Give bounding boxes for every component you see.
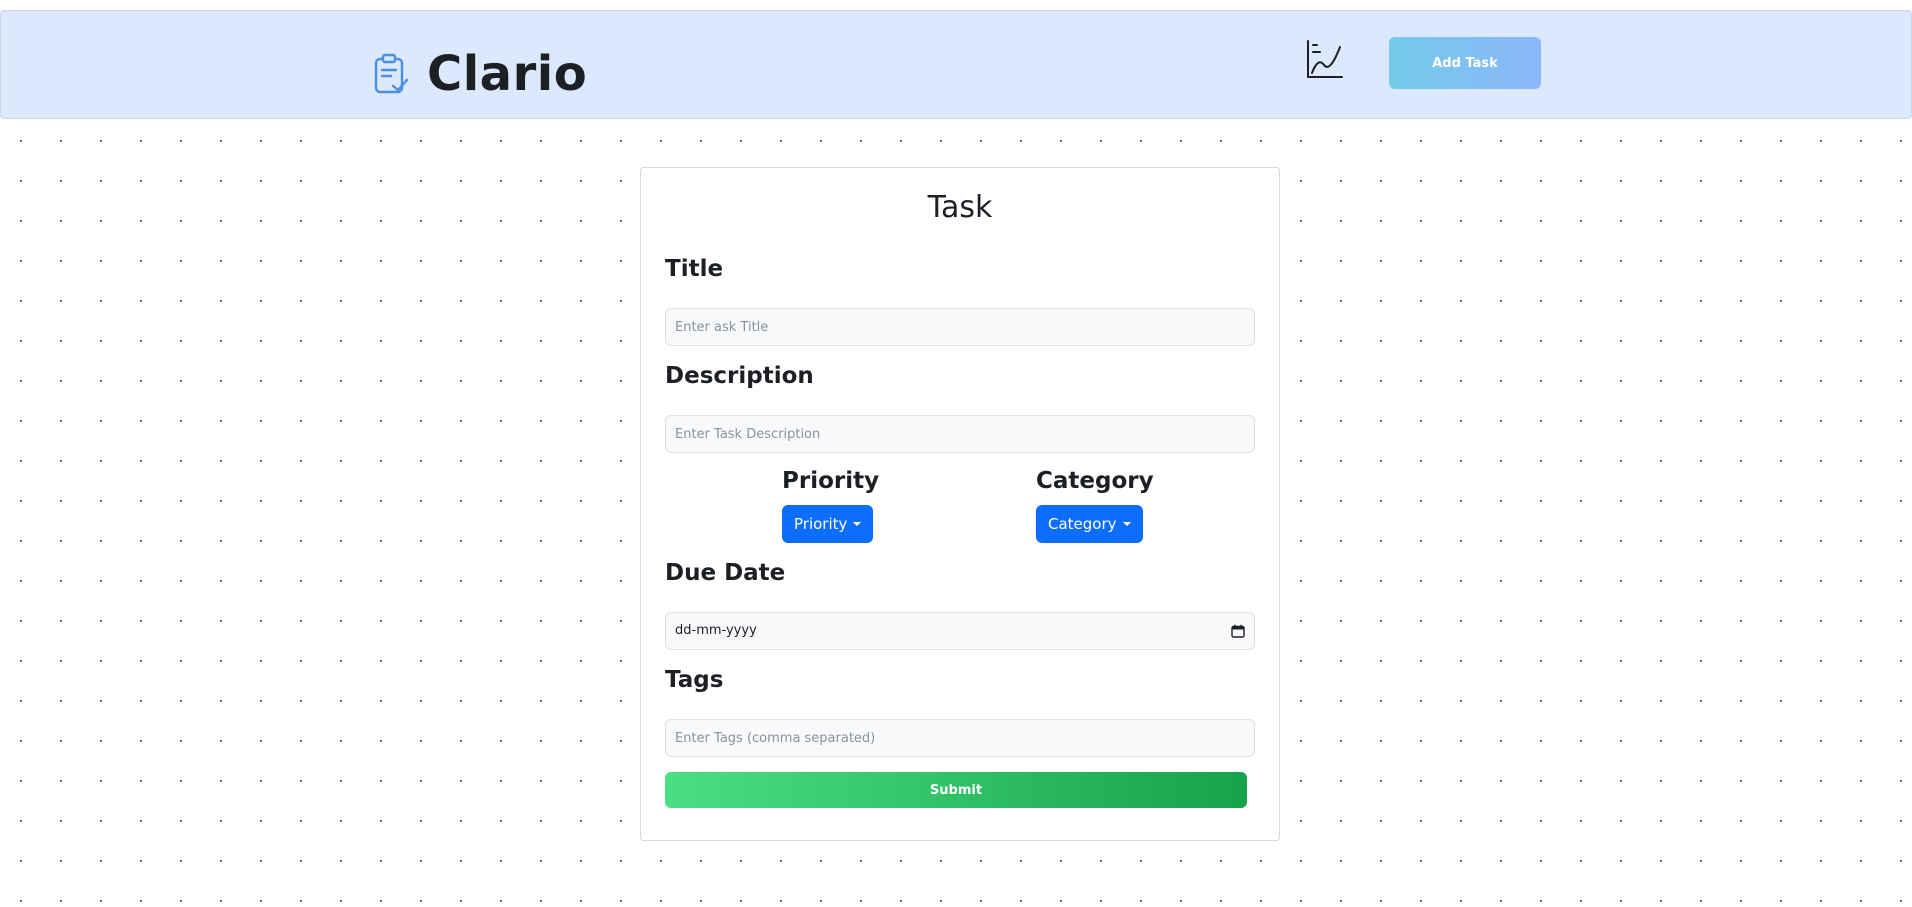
submit-button[interactable]: Submit	[665, 772, 1247, 808]
task-form-card: Task Title Description Priority Priority…	[640, 167, 1280, 841]
brand[interactable]: Clario	[373, 39, 587, 109]
title-input[interactable]	[665, 308, 1255, 346]
title-label: Title	[665, 256, 724, 282]
priority-label: Priority	[782, 468, 880, 494]
category-dropdown-label: Category	[1048, 515, 1117, 533]
priority-dropdown[interactable]: Priority	[782, 505, 874, 543]
caret-down-icon	[1122, 522, 1131, 526]
app-header: Clario Add Task	[0, 10, 1912, 119]
line-chart-icon[interactable]	[1304, 37, 1344, 81]
due-date-label: Due Date	[665, 560, 786, 586]
tags-input[interactable]	[665, 719, 1255, 757]
calendar-icon[interactable]	[1231, 624, 1245, 638]
clipboard-check-icon	[374, 53, 409, 94]
tags-label: Tags	[665, 667, 724, 693]
description-input[interactable]	[665, 415, 1255, 453]
add-task-button[interactable]: Add Task	[1389, 37, 1541, 89]
due-date-input[interactable]: dd-mm-yyyy	[665, 612, 1255, 650]
description-label: Description	[665, 363, 814, 389]
category-label: Category	[1036, 468, 1154, 494]
due-date-value: dd-mm-yyyy	[675, 623, 757, 638]
form-title: Task	[927, 190, 993, 225]
priority-dropdown-label: Priority	[794, 515, 848, 533]
category-dropdown[interactable]: Category	[1036, 505, 1143, 543]
app-name: Clario	[427, 46, 588, 102]
caret-down-icon	[853, 522, 862, 526]
